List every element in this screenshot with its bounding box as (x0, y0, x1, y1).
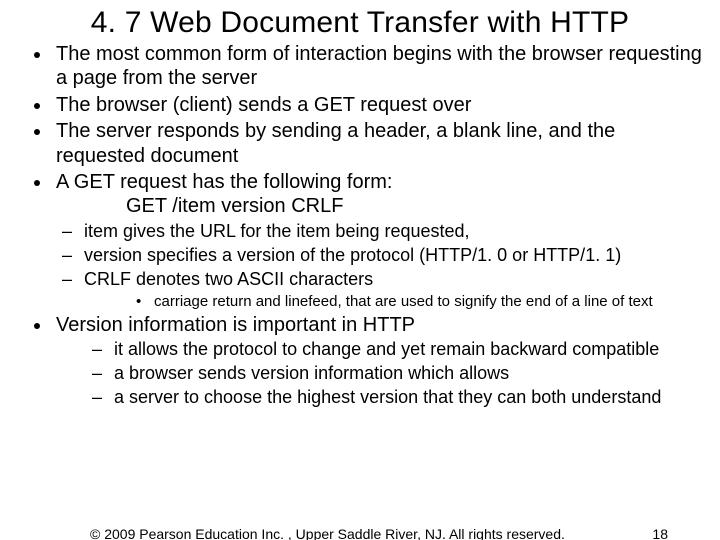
bullet-item: A GET request has the following form: GE… (52, 170, 704, 219)
slide-title: 4. 7 Web Document Transfer with HTTP (0, 0, 720, 42)
slide-body: The most common form of interaction begi… (0, 42, 720, 409)
bullet-item: The browser (client) sends a GET request… (52, 93, 704, 117)
bullet-text: A GET request has the following form: (56, 171, 392, 193)
sub-bullet-list: item gives the URL for the item being re… (26, 221, 704, 311)
sub-bullet-item: a browser sends version information whic… (92, 363, 704, 385)
bullet-item: Version information is important in HTTP… (52, 313, 704, 409)
sub-bullet-item: a server to choose the highest version t… (92, 387, 704, 409)
sub-bullet-item: version specifies a version of the proto… (62, 245, 704, 267)
sub-bullet-item: item gives the URL for the item being re… (62, 221, 704, 243)
sub-bullet-text: CRLF denotes two ASCII characters (84, 269, 373, 289)
copyright-text: © 2009 Pearson Education Inc. , Upper Sa… (90, 526, 565, 540)
bullet-item: The most common form of interaction begi… (52, 42, 704, 91)
slide: 4. 7 Web Document Transfer with HTTP The… (0, 0, 720, 540)
bullet-text: Version information is important in HTTP (56, 314, 415, 336)
code-line: GET /item version CRLF (56, 194, 704, 218)
sub-sub-bullet-list: carriage return and linefeed, that are u… (84, 293, 704, 311)
bullet-list: The most common form of interaction begi… (26, 42, 704, 219)
sub-bullet-item: CRLF denotes two ASCII characters carria… (62, 269, 704, 311)
sub-sub-bullet-item: carriage return and linefeed, that are u… (136, 293, 704, 311)
page-number: 18 (652, 526, 668, 540)
sub-bullet-list: it allows the protocol to change and yet… (56, 339, 704, 409)
bullet-item: The server responds by sending a header,… (52, 119, 704, 168)
bullet-list: Version information is important in HTTP… (26, 313, 704, 409)
sub-bullet-item: it allows the protocol to change and yet… (92, 339, 704, 361)
